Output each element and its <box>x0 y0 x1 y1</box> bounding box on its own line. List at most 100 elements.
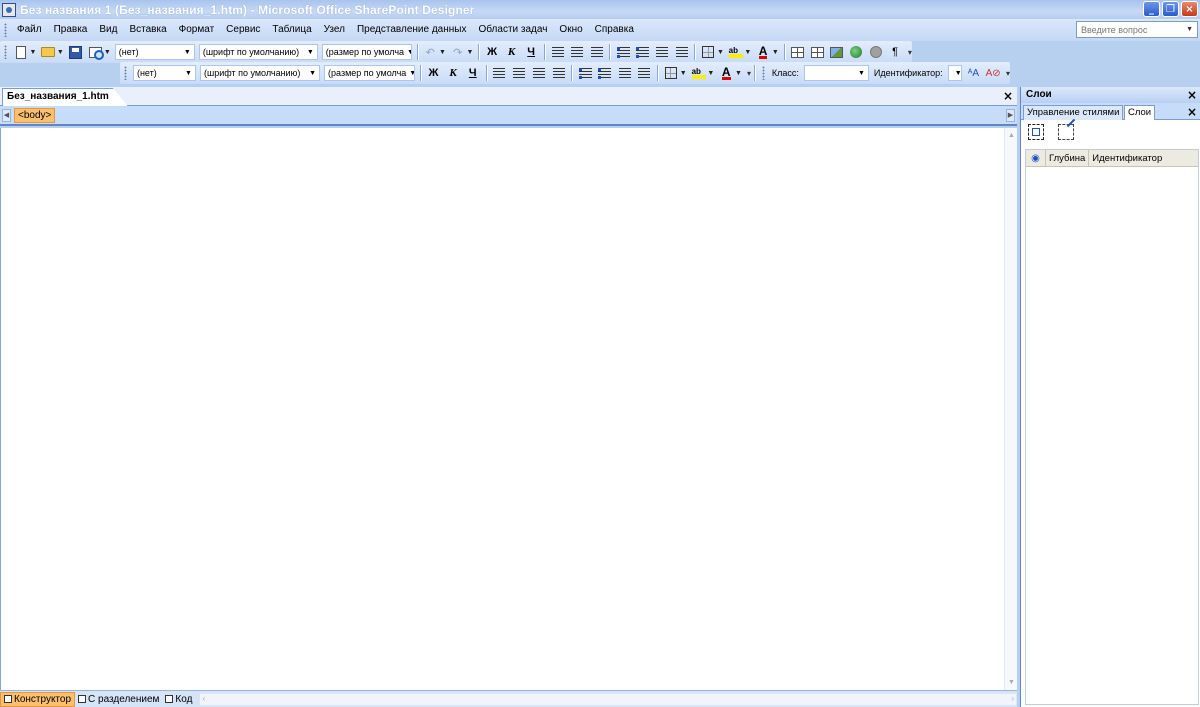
highlight-button-2[interactable]: ab <box>690 64 708 82</box>
font-color-button-2[interactable]: A <box>717 64 735 82</box>
bold-button[interactable]: Ж <box>483 43 501 61</box>
font-color-button[interactable]: A <box>754 43 772 61</box>
bulleted-list-button-2[interactable] <box>596 64 614 82</box>
grow-font-button[interactable]: ᴬA <box>965 64 983 82</box>
chevron-down-icon[interactable]: ▼ <box>717 49 724 56</box>
align-left-button-2[interactable] <box>491 64 509 82</box>
scroll-left-icon[interactable]: ‹ <box>202 694 205 703</box>
grip-icon[interactable] <box>761 66 765 80</box>
body-tag-button[interactable]: <body> <box>14 108 56 123</box>
scroll-left-icon[interactable]: ◀ <box>2 109 11 122</box>
font-combo[interactable]: (шрифт по умолчанию) ▼ <box>198 44 318 60</box>
draw-layer-icon[interactable] <box>1058 124 1074 140</box>
close-tab-icon[interactable]: × <box>1187 106 1197 118</box>
chevron-down-icon[interactable]: ▼ <box>680 70 687 77</box>
restore-button[interactable]: ❐ <box>1162 1 1179 17</box>
scroll-right-icon[interactable]: › <box>1011 694 1014 703</box>
chevron-down-icon[interactable]: ▼ <box>707 70 714 77</box>
clear-format-button[interactable]: A⊘ <box>984 64 1002 82</box>
app-icon[interactable] <box>2 2 16 17</box>
insert-layer-button[interactable] <box>808 43 826 61</box>
style-combo-2[interactable]: (нет) ▼ <box>132 65 196 81</box>
menu-format[interactable]: Формат <box>173 20 221 40</box>
chevron-down-icon[interactable]: ▼ <box>772 49 779 56</box>
vertical-scrollbar[interactable]: ▲ ▼ <box>1004 128 1017 690</box>
underline-button[interactable]: Ч <box>522 43 540 61</box>
tab-document[interactable]: Без_названия_1.htm <box>2 88 128 106</box>
chevron-down-icon[interactable]: ▼ <box>29 49 36 56</box>
increase-indent-button-2[interactable] <box>635 64 653 82</box>
preview-button[interactable] <box>86 43 104 61</box>
undo-button[interactable]: ↶ <box>422 43 440 61</box>
insert-layer-icon[interactable] <box>1028 124 1044 140</box>
chevron-down-icon[interactable]: ▼ <box>735 70 742 77</box>
open-button[interactable] <box>39 43 57 61</box>
size-combo-2[interactable]: (размер по умолча▼ <box>324 65 415 81</box>
size-combo[interactable]: (размер по умолча▼ <box>321 44 412 60</box>
scroll-up-icon[interactable]: ▲ <box>1006 130 1017 141</box>
bold-button-2[interactable]: Ж <box>425 64 443 82</box>
grip-icon[interactable] <box>124 66 127 80</box>
menu-task-panes[interactable]: Области задач <box>472 20 553 40</box>
menu-data-view[interactable]: Представление данных <box>351 20 473 40</box>
menu-insert[interactable]: Вставка <box>123 20 172 40</box>
close-document-icon[interactable]: × <box>1003 90 1013 102</box>
chevron-down-icon[interactable]: ▼ <box>466 49 473 56</box>
tab-layers[interactable]: Слои <box>1124 105 1156 120</box>
numbered-list-button-2[interactable] <box>576 64 594 82</box>
show-formatting-button[interactable]: ¶ <box>886 43 904 61</box>
decrease-indent-button-2[interactable] <box>616 64 634 82</box>
scroll-down-icon[interactable]: ▼ <box>1006 677 1017 688</box>
stop-button[interactable] <box>867 43 885 61</box>
horizontal-scrollbar[interactable]: ‹ › <box>199 692 1017 706</box>
chevron-down-icon[interactable]: ▼ <box>104 49 111 56</box>
bulleted-list-button[interactable] <box>634 43 652 61</box>
menu-edit[interactable]: Правка <box>48 20 94 40</box>
help-search-input[interactable]: Введите вопрос ▼ <box>1076 21 1198 38</box>
insert-table-button[interactable] <box>789 43 807 61</box>
class-combo[interactable]: ▼ <box>803 65 869 81</box>
hyperlink-button[interactable] <box>847 43 865 61</box>
close-pane-icon[interactable]: × <box>1187 89 1197 101</box>
menu-file[interactable]: Файл <box>11 20 48 40</box>
toolbar-options-icon[interactable]: ▾ <box>747 69 751 78</box>
menu-table[interactable]: Таблица <box>266 20 317 40</box>
insert-picture-button[interactable] <box>828 43 846 61</box>
justify-button[interactable] <box>550 64 568 82</box>
design-view-button[interactable]: Конструктор <box>0 691 76 707</box>
split-view-button[interactable]: С разделением <box>75 692 162 707</box>
font-combo-2[interactable]: (шрифт по умолчанию) ▼ <box>199 65 321 81</box>
new-page-button[interactable] <box>12 43 30 61</box>
menu-site[interactable]: Узел <box>318 20 351 40</box>
menu-tools[interactable]: Сервис <box>220 20 266 40</box>
borders-button-2[interactable] <box>662 64 680 82</box>
save-button[interactable] <box>67 43 85 61</box>
style-combo[interactable]: (нет) ▼ <box>114 44 195 60</box>
column-depth[interactable]: Глубина <box>1046 150 1090 166</box>
italic-button-2[interactable]: К <box>444 64 462 82</box>
decrease-indent-button[interactable] <box>653 43 671 61</box>
toolbar-options-icon[interactable]: ▾ <box>908 48 912 57</box>
chevron-down-icon[interactable]: ▼ <box>1186 26 1193 33</box>
underline-button-2[interactable]: Ч <box>464 64 482 82</box>
menu-window[interactable]: Окно <box>553 20 588 40</box>
design-canvas[interactable] <box>0 128 1004 690</box>
scroll-right-icon[interactable]: ▶ <box>1006 109 1015 122</box>
align-right-button[interactable] <box>588 43 606 61</box>
chevron-down-icon[interactable]: ▼ <box>439 49 446 56</box>
align-left-button[interactable] <box>549 43 567 61</box>
redo-button[interactable]: ↷ <box>449 43 467 61</box>
code-view-button[interactable]: Код <box>162 692 195 707</box>
highlight-button[interactable]: ab <box>727 43 745 61</box>
menu-view[interactable]: Вид <box>93 20 123 40</box>
menu-help[interactable]: Справка <box>589 20 640 40</box>
minimize-button[interactable]: _ <box>1143 1 1160 17</box>
chevron-down-icon[interactable]: ▼ <box>57 49 64 56</box>
chevron-down-icon[interactable]: ▼ <box>744 49 751 56</box>
grip-icon[interactable] <box>4 45 7 59</box>
borders-button[interactable] <box>699 43 717 61</box>
id-combo[interactable]: ▼ <box>947 65 962 81</box>
increase-indent-button[interactable] <box>673 43 691 61</box>
close-button[interactable]: × <box>1181 1 1198 17</box>
italic-button[interactable]: К <box>503 43 521 61</box>
